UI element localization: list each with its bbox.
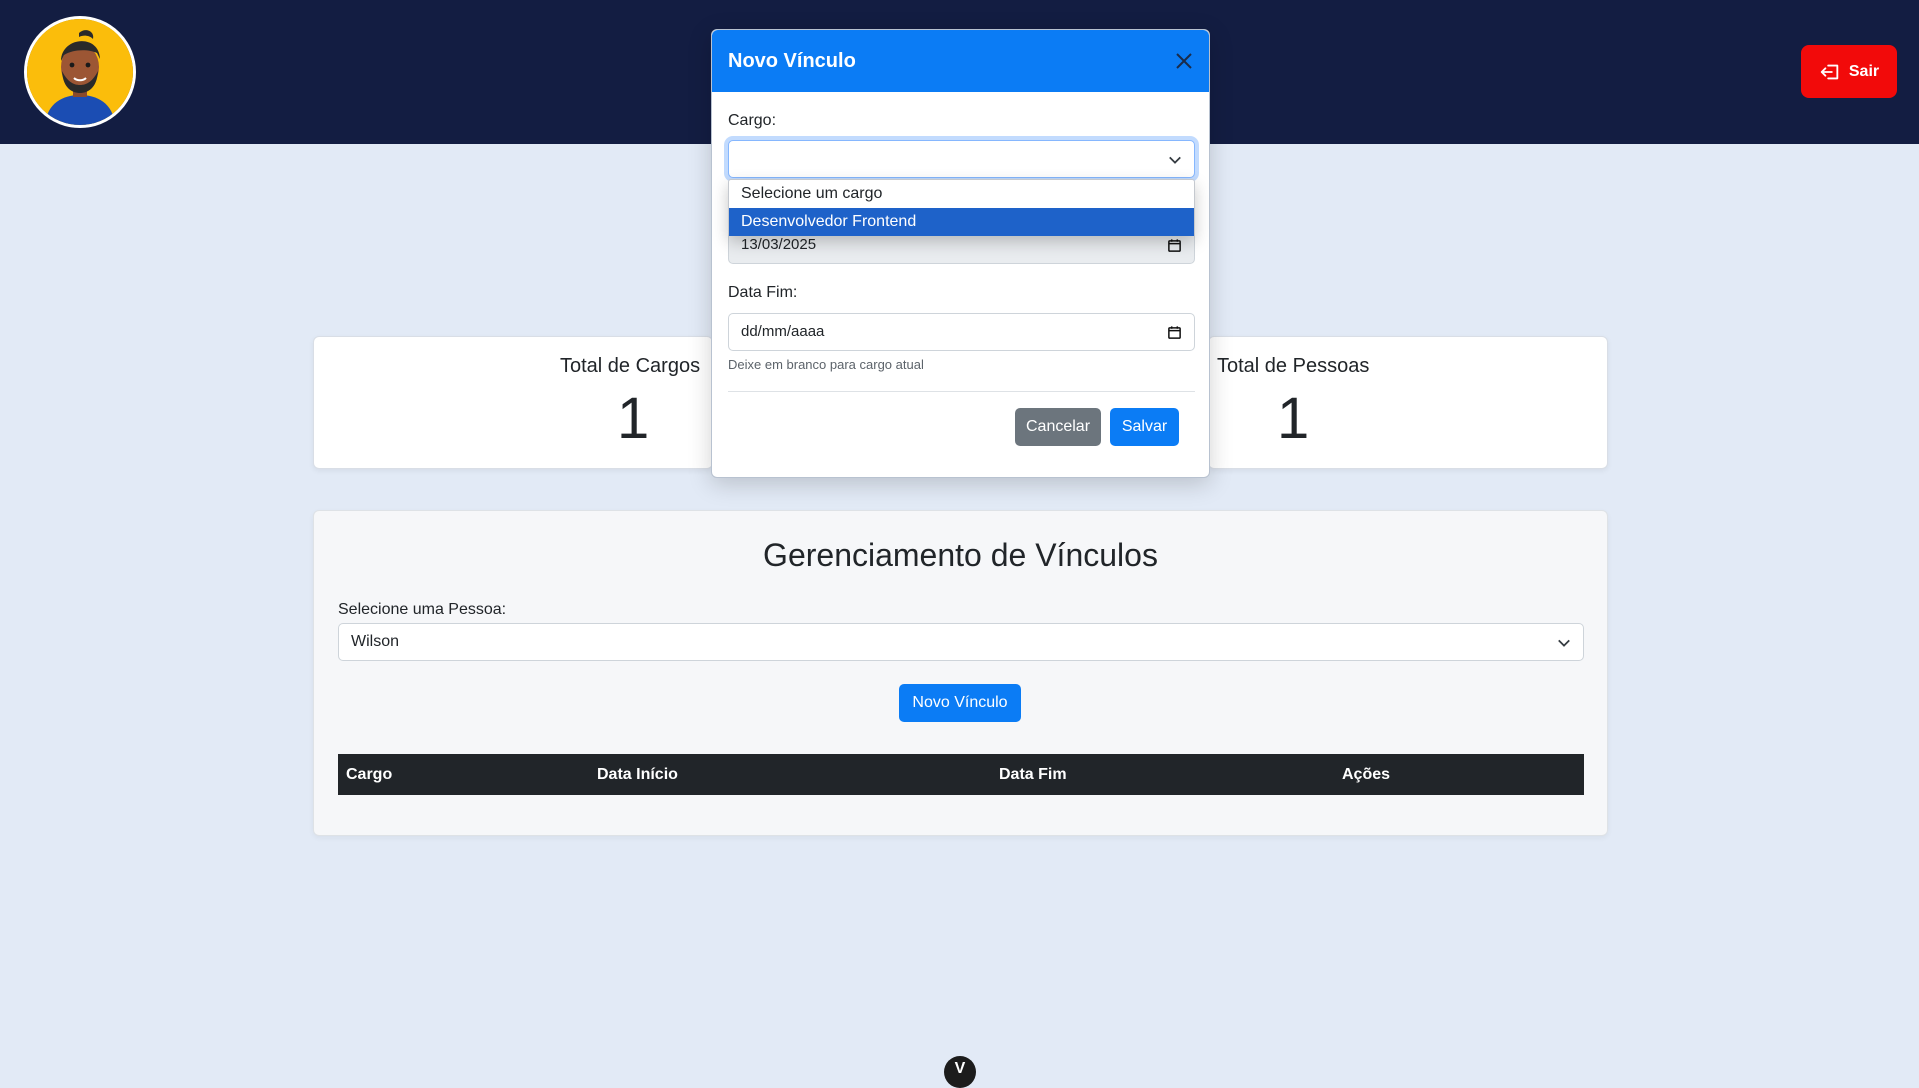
stat-title-cargos: Total de Cargos <box>560 355 701 377</box>
modal-header: Novo Vínculo <box>712 30 1209 92</box>
save-button[interactable]: Salvar <box>1110 408 1179 446</box>
chevron-down-icon <box>1169 156 1181 164</box>
column-header-data-fim: Data Fim <box>999 766 1067 783</box>
stats-card-pessoas: Total de Pessoas 1 <box>1208 336 1608 469</box>
calendar-icon[interactable] <box>1167 325 1182 340</box>
chevron-down-icon <box>1558 639 1570 647</box>
stat-value-cargos: 1 <box>617 386 650 451</box>
column-header-cargo: Cargo <box>346 766 393 783</box>
logout-label: Sair <box>1848 62 1880 80</box>
stat-value-pessoas: 1 <box>1277 386 1310 451</box>
stat-title-pessoas: Total de Pessoas <box>1217 355 1370 377</box>
logout-button[interactable]: Sair <box>1801 45 1897 98</box>
user-avatar-icon <box>27 19 133 125</box>
modal-divider <box>728 391 1195 392</box>
column-header-acoes: Ações <box>1342 766 1391 783</box>
data-inicio-value: 13/03/2025 <box>741 236 817 253</box>
data-fim-placeholder: dd/mm/aaaa <box>741 323 825 340</box>
person-select[interactable]: Wilson <box>338 623 1584 661</box>
cargo-option-highlighted[interactable]: Desenvolvedor Frontend <box>729 208 1194 236</box>
cargo-select[interactable] <box>728 140 1195 178</box>
avatar[interactable] <box>24 16 136 128</box>
person-select-label: Selecione uma Pessoa: <box>338 601 507 618</box>
page-title: Gerenciamento de Vínculos <box>763 537 1158 573</box>
new-link-modal: Novo Vínculo Cargo: Selecione um cargo D… <box>711 29 1210 478</box>
data-fim-input[interactable]: dd/mm/aaaa <box>728 313 1195 351</box>
links-management-card: Gerenciamento de Vínculos Selecione uma … <box>313 510 1608 836</box>
floating-devtools-badge[interactable]: V <box>944 1056 976 1088</box>
column-header-data-inicio: Data Início <box>597 766 678 783</box>
cancel-button[interactable]: Cancelar <box>1015 408 1101 446</box>
cargo-dropdown-list: Selecione um cargo Desenvolvedor Fronten… <box>728 179 1195 236</box>
stats-card-cargos: Total de Cargos 1 <box>313 336 713 469</box>
data-fim-help-text: Deixe em branco para cargo atual <box>728 357 924 372</box>
cargo-option[interactable]: Selecione um cargo <box>729 180 1194 208</box>
person-select-value: Wilson <box>351 633 400 650</box>
data-fim-label: Data Fim: <box>728 284 798 301</box>
calendar-icon[interactable] <box>1167 238 1182 253</box>
close-icon[interactable] <box>1174 51 1194 71</box>
cargo-label: Cargo: <box>728 112 777 129</box>
logout-icon <box>1820 64 1839 79</box>
links-table-header: Cargo Data Início Data Fim Ações <box>338 754 1584 795</box>
modal-title: Novo Vínculo <box>728 50 856 72</box>
new-link-button[interactable]: Novo Vínculo <box>899 684 1021 722</box>
